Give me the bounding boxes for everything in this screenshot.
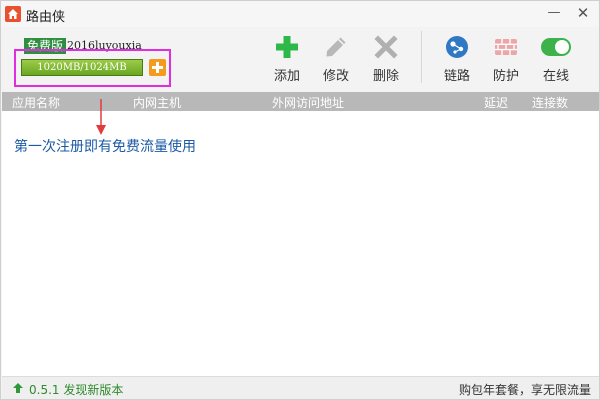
traffic-quota-bar: 1020MB/1024MB [21, 59, 143, 76]
home-icon [5, 6, 21, 22]
globe-icon [446, 36, 468, 58]
add-label: 添加 [273, 69, 300, 84]
minimize-icon[interactable]: — [544, 3, 564, 23]
pencil-icon [326, 37, 346, 57]
protect-button[interactable]: 防护 [484, 35, 528, 85]
quota-text: 1020MB/1024MB [37, 62, 127, 73]
title-bar[interactable]: 路由侠 — ✕ [1, 1, 599, 27]
route-label: 链路 [443, 69, 470, 84]
annual-plan-link[interactable]: 购包年套餐，享无限流量 [459, 381, 591, 398]
protect-label: 防护 [492, 69, 519, 84]
online-toggle[interactable]: 在线 [534, 35, 578, 85]
column-latency[interactable]: 延迟 [484, 94, 508, 111]
column-connections[interactable]: 连接数 [532, 94, 568, 111]
app-window: 路由侠 — ✕ 免费版 2016luyouxia 1020MB/1024MB 添… [0, 0, 600, 400]
plus-icon[interactable] [149, 59, 166, 76]
add-button[interactable]: 添加 [265, 35, 309, 85]
mapping-list[interactable]: 第一次注册即有免费流量使用 [2, 111, 599, 376]
edit-label: 修改 [322, 69, 349, 84]
edit-button[interactable]: 修改 [314, 35, 358, 85]
toggle-switch-icon [541, 38, 571, 56]
route-button[interactable]: 链路 [435, 35, 479, 85]
status-bar: 0.5.1 发现新版本 购包年套餐，享无限流量 [2, 376, 599, 399]
column-lan-host[interactable]: 内网主机 [133, 94, 181, 111]
delete-x-icon [374, 35, 398, 59]
delete-button[interactable]: 删除 [364, 35, 408, 85]
table-header: 应用名称 内网主机 外网访问地址 延迟 连接数 [2, 92, 599, 111]
annotation-arrow [96, 99, 106, 135]
window-title: 路由侠 [26, 10, 66, 25]
online-label: 在线 [542, 69, 569, 84]
column-app-name[interactable]: 应用名称 [12, 94, 60, 111]
version-text: 0.5.1 发现新版本 [29, 383, 124, 397]
delete-label: 删除 [372, 69, 399, 84]
column-public-address[interactable]: 外网访问地址 [272, 94, 344, 111]
upgrade-arrow-icon [13, 383, 23, 393]
toolbar-divider [421, 31, 422, 83]
add-icon [276, 36, 298, 58]
close-icon[interactable]: ✕ [573, 3, 593, 23]
firewall-icon [495, 39, 517, 55]
empty-hint: 第一次注册即有免费流量使用 [14, 139, 196, 155]
